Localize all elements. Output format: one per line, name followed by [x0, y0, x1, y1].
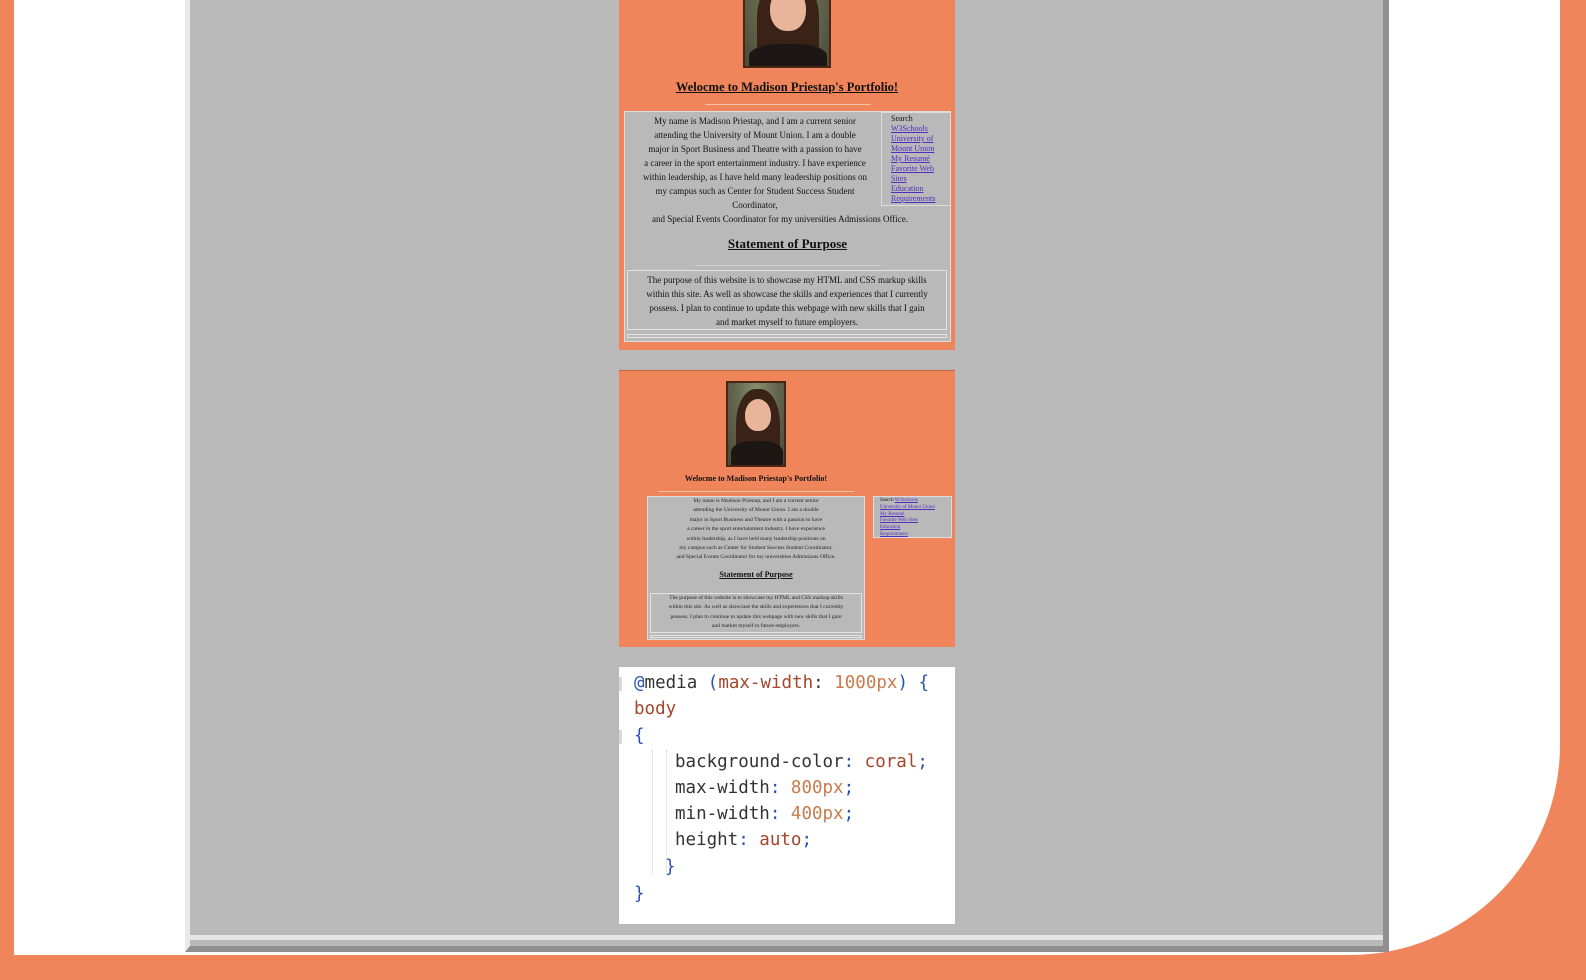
statement-divider [695, 265, 881, 266]
sidebar-heading: Search [891, 114, 913, 123]
link-resume-small[interactable]: My Resumé [880, 512, 951, 519]
purpose-paragraph-small: The purpose of this website is to showca… [650, 593, 862, 633]
code-line-open-brace: { [634, 726, 645, 746]
portfolio-screenshot-responsive: Welocme to Madison Priestap's Portfolio!… [619, 370, 955, 647]
fold-marker [619, 730, 622, 744]
code-line-prop: max-width: 800px; [675, 778, 855, 798]
link-sites[interactable]: Sites [891, 174, 950, 184]
title-divider [705, 104, 871, 105]
title-divider-small [658, 491, 854, 492]
indent-guide [652, 750, 653, 876]
sidebar-heading-small: Search [880, 498, 894, 503]
page-title: Welocme to Madison Priestap's Portfolio! [675, 80, 899, 94]
link-w3schools[interactable]: W3Schools [891, 124, 950, 134]
footer-bar-small [650, 635, 862, 638]
link-resume[interactable]: My Resumé [891, 154, 950, 164]
link-mount-union[interactable]: Mount Union [891, 144, 950, 154]
link-favorite-web[interactable]: Favorite Web [891, 164, 950, 174]
link-w3schools-small[interactable]: W3Schools [895, 498, 918, 503]
intro-paragraph-small: My name is Madison Priestap, and I am a … [676, 498, 836, 561]
profile-photo-small [726, 381, 786, 467]
search-sidebar-small: Search W3Schools University of Mount Uni… [873, 496, 952, 538]
code-line-prop: height: auto; [675, 830, 812, 850]
statement-heading-small: Statement of Purpose [719, 570, 793, 579]
footer-bar [627, 334, 947, 338]
code-line-prop: min-width: 400px; [675, 804, 855, 824]
link-education-small[interactable]: Education [880, 525, 951, 532]
code-line-inner-close: } [665, 857, 676, 877]
code-line-media: @media (max-width: 1000px) { [634, 673, 930, 693]
css-code-snippet: @media (max-width: 1000px) { body { back… [619, 667, 955, 924]
content-panel: My name is Madison Priestap, and I am a … [624, 111, 951, 342]
link-education[interactable]: Education [891, 184, 950, 194]
link-mount-union-small[interactable]: University of Mount Union [880, 505, 951, 512]
statement-heading: Statement of Purpose [727, 236, 848, 251]
portfolio-screenshot-desktop: Welocme to Madison Priestap's Portfolio!… [619, 0, 955, 350]
content-panel-small: My name is Madison Priestap, and I am a … [647, 496, 865, 640]
link-university[interactable]: University of [891, 134, 950, 144]
code-line-prop: background-color: coral; [675, 752, 928, 772]
search-sidebar: Search W3Schools University of Mount Uni… [881, 112, 951, 206]
page-title-small: Welocme to Madison Priestap's Portfolio! [684, 474, 828, 483]
code-line-outer-close: } [634, 884, 645, 904]
profile-photo [743, 0, 831, 68]
purpose-paragraph: The purpose of this website is to showca… [627, 270, 947, 330]
fold-marker [619, 677, 622, 691]
frame-divider [190, 935, 1383, 940]
link-requirements[interactable]: Requirements [891, 194, 950, 204]
intro-paragraph: My name is Madison Priestap, and I am a … [643, 116, 909, 224]
link-requirements-small[interactable]: Requirements [880, 532, 951, 539]
link-favorite-sites-small[interactable]: Favorite Web Sites [880, 518, 951, 525]
code-line-selector: body [634, 699, 677, 719]
